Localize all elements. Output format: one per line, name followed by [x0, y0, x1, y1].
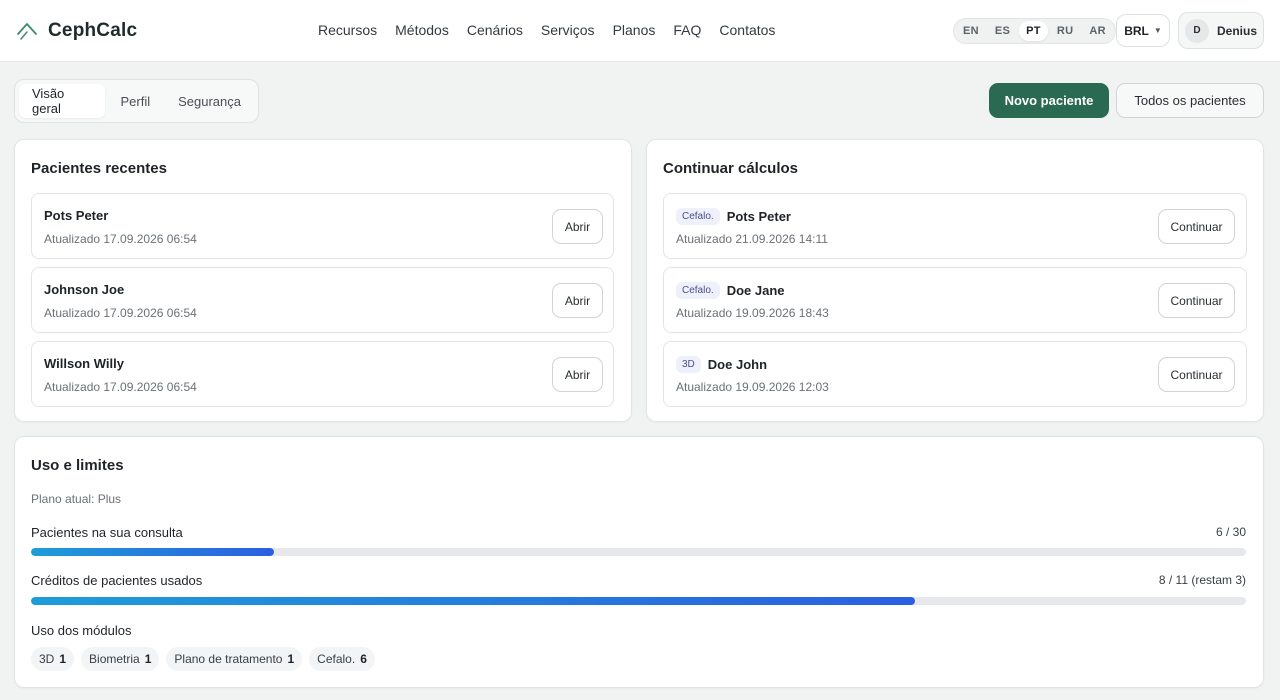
nav-link-recursos[interactable]: Recursos	[318, 22, 377, 38]
updated-at: Atualizado 17.09.2026 06:54	[44, 306, 197, 320]
lang-option-ru[interactable]: RU	[1050, 21, 1081, 41]
module-chip: Biometria 1	[81, 647, 160, 671]
credits-metric-label: Créditos de pacientes usados	[31, 573, 203, 588]
patients-metric-label: Pacientes na sua consulta	[31, 525, 183, 540]
patient-name: Doe Jane	[726, 283, 785, 298]
module-chip: Plano de tratamento 1	[166, 647, 303, 671]
language-switcher: EN ES PT RU AR	[953, 18, 1116, 44]
nav-link-cenarios[interactable]: Cenários	[467, 22, 523, 38]
credits-progress-fill	[31, 597, 915, 605]
lang-option-en[interactable]: EN	[956, 21, 986, 41]
list-item: Willson Willy Atualizado 17.09.2026 06:5…	[31, 341, 614, 407]
brand-logo[interactable]: CephCalc	[16, 18, 137, 44]
user-menu[interactable]: D Denius	[1178, 12, 1264, 49]
currency-select[interactable]: BRL ▼	[1116, 14, 1170, 47]
open-patient-button[interactable]: Abrir	[552, 283, 603, 318]
tab-perfil[interactable]: Perfil	[107, 84, 163, 118]
usage-title: Uso e limites	[31, 457, 124, 474]
lang-option-pt[interactable]: PT	[1019, 21, 1048, 41]
calculation-name: Cefalo. Pots Peter	[676, 208, 791, 225]
list-item: 3D Doe John Atualizado 19.09.2026 12:03 …	[663, 341, 1247, 407]
continue-button[interactable]: Continuar	[1158, 283, 1235, 318]
module-tag: 3D	[676, 356, 701, 373]
credits-metric-value: 8 / 11 (restam 3)	[1158, 573, 1246, 587]
patient-name: Willson Willy	[44, 356, 124, 371]
avatar: D	[1185, 18, 1209, 43]
updated-at: Atualizado 19.09.2026 18:43	[676, 306, 829, 320]
module-name: Biometria	[89, 652, 140, 666]
nav-link-contatos[interactable]: Contatos	[719, 22, 775, 38]
nav-link-planos[interactable]: Planos	[613, 22, 656, 38]
patient-name: Doe John	[707, 357, 768, 372]
all-patients-button[interactable]: Todos os pacientes	[1116, 83, 1264, 118]
updated-at: Atualizado 21.09.2026 14:11	[676, 232, 828, 246]
app-name: CephCalc	[48, 20, 138, 41]
module-count: 1	[287, 652, 295, 666]
updated-at: Atualizado 17.09.2026 06:54	[44, 232, 197, 246]
tab-seguranca[interactable]: Segurança	[165, 84, 254, 118]
list-item: Johnson Joe Atualizado 17.09.2026 06:54 …	[31, 267, 614, 333]
nav-link-servicos[interactable]: Serviços	[541, 22, 595, 38]
account-tabs: Visão geral Perfil Segurança	[14, 79, 259, 123]
recent-patients-title: Pacientes recentes	[31, 160, 167, 177]
credits-progress-bar	[31, 597, 1246, 605]
module-tag: Cefalo.	[676, 282, 720, 299]
module-name: Plano de tratamento	[174, 652, 283, 666]
patients-progress-bar	[31, 548, 1246, 556]
list-item: Cefalo. Pots Peter Atualizado 21.09.2026…	[663, 193, 1247, 259]
list-item: Pots Peter Atualizado 17.09.2026 06:54 A…	[31, 193, 614, 259]
module-chip: Cefalo. 6	[309, 647, 375, 671]
lang-option-es[interactable]: ES	[988, 21, 1017, 41]
nav-link-faq[interactable]: FAQ	[673, 22, 701, 38]
patient-name: Johnson Joe	[44, 282, 125, 297]
patients-metric-value: 6 / 30	[1215, 525, 1246, 539]
calculation-name: Cefalo. Doe Jane	[676, 282, 785, 299]
lang-option-ar[interactable]: AR	[1082, 21, 1113, 41]
currency-value: BRL	[1124, 23, 1149, 38]
usage-limits-card: Uso e limites Plano atual: Plus Paciente…	[14, 436, 1264, 688]
current-plan: Plano atual: Plus	[31, 492, 122, 506]
module-chip: 3D 1	[31, 647, 75, 671]
continue-calculations-title: Continuar cálculos	[663, 160, 799, 177]
list-item: Cefalo. Doe Jane Atualizado 19.09.2026 1…	[663, 267, 1247, 333]
main-nav: Recursos Métodos Cenários Serviços Plano…	[318, 22, 775, 38]
continue-button[interactable]: Continuar	[1158, 357, 1235, 392]
new-patient-button[interactable]: Novo paciente	[989, 83, 1109, 118]
open-patient-button[interactable]: Abrir	[552, 209, 603, 244]
caret-down-icon: ▼	[1153, 26, 1162, 35]
module-count: 1	[144, 652, 152, 666]
updated-at: Atualizado 19.09.2026 12:03	[676, 380, 829, 394]
open-patient-button[interactable]: Abrir	[552, 357, 603, 392]
modules-usage-list: 3D 1 Biometria 1 Plano de tratamento 1 Cefa…	[31, 647, 375, 671]
modules-usage-label: Uso dos módulos	[31, 623, 132, 638]
recent-patients-card: Pacientes recentes Pots Peter Atualizado…	[14, 139, 632, 422]
updated-at: Atualizado 17.09.2026 06:54	[44, 380, 197, 394]
calculation-name: 3D Doe John	[676, 356, 767, 373]
logo-icon	[17, 23, 37, 40]
patient-name: Pots Peter	[44, 208, 109, 223]
module-tag: Cefalo.	[676, 208, 720, 225]
continue-button[interactable]: Continuar	[1158, 209, 1235, 244]
module-name: 3D	[39, 652, 55, 666]
module-count: 1	[59, 652, 67, 666]
module-count: 6	[360, 652, 367, 666]
tab-visao-geral[interactable]: Visão geral	[19, 84, 106, 118]
user-name: Denius	[1217, 23, 1258, 38]
nav-link-metodos[interactable]: Métodos	[395, 22, 449, 38]
continue-calculations-card: Continuar cálculos Cefalo. Pots Peter At…	[646, 139, 1264, 422]
top-header: CephCalc Recursos Métodos Cenários Servi…	[0, 0, 1280, 62]
module-name: Cefalo.	[317, 652, 356, 666]
patient-name: Pots Peter	[726, 209, 791, 224]
patients-progress-fill	[31, 548, 274, 556]
